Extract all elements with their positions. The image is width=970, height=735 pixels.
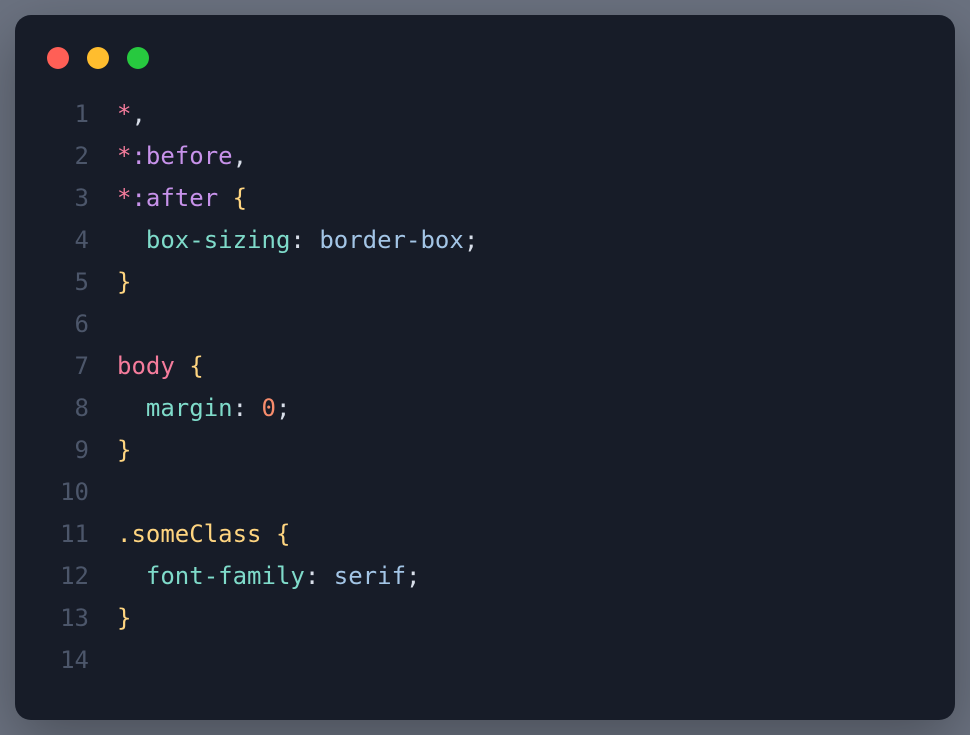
line-number: 13 — [43, 597, 89, 639]
code-line[interactable]: 7body { — [43, 345, 927, 387]
code-token — [175, 352, 189, 380]
code-line[interactable]: 3*:after { — [43, 177, 927, 219]
line-number: 8 — [43, 387, 89, 429]
code-token — [218, 184, 232, 212]
code-line[interactable]: 9} — [43, 429, 927, 471]
code-token: { — [276, 520, 290, 548]
code-token: font-family — [146, 562, 305, 590]
code-token: box-sizing — [146, 226, 291, 254]
code-token: body — [117, 352, 175, 380]
code-token: { — [189, 352, 203, 380]
code-line[interactable]: 14 — [43, 639, 927, 681]
code-line[interactable]: 6 — [43, 303, 927, 345]
code-line[interactable]: 4 box-sizing: border-box; — [43, 219, 927, 261]
line-number: 7 — [43, 345, 89, 387]
code-token: :after — [131, 184, 218, 212]
code-token: ; — [406, 562, 420, 590]
code-line[interactable]: 10 — [43, 471, 927, 513]
line-content — [89, 303, 117, 345]
minimize-icon[interactable] — [87, 47, 109, 69]
code-token: border-box — [319, 226, 464, 254]
line-content: *, — [89, 93, 146, 135]
code-token: : — [290, 226, 319, 254]
line-number: 3 — [43, 177, 89, 219]
code-token: , — [131, 100, 145, 128]
line-number: 2 — [43, 135, 89, 177]
code-token: } — [117, 604, 131, 632]
code-line[interactable]: 12 font-family: serif; — [43, 555, 927, 597]
line-content: .someClass { — [89, 513, 290, 555]
line-content: box-sizing: border-box; — [89, 219, 478, 261]
line-number: 1 — [43, 93, 89, 135]
line-content: font-family: serif; — [89, 555, 420, 597]
line-number: 10 — [43, 471, 89, 513]
code-line[interactable]: 5} — [43, 261, 927, 303]
code-token — [262, 520, 276, 548]
code-token: :before — [131, 142, 232, 170]
code-token: ; — [464, 226, 478, 254]
code-token: margin — [146, 394, 233, 422]
code-token: * — [117, 142, 131, 170]
line-number: 11 — [43, 513, 89, 555]
code-editor[interactable]: 1*,2*:before,3*:after {4 box-sizing: bor… — [43, 93, 927, 681]
code-token: { — [233, 184, 247, 212]
code-line[interactable]: 2*:before, — [43, 135, 927, 177]
close-icon[interactable] — [47, 47, 69, 69]
line-content: } — [89, 429, 131, 471]
code-token: 0 — [262, 394, 276, 422]
code-token: .someClass — [117, 520, 262, 548]
code-token: : — [305, 562, 334, 590]
code-token: } — [117, 436, 131, 464]
code-token: , — [233, 142, 247, 170]
code-token — [117, 226, 146, 254]
code-token — [117, 394, 146, 422]
code-token — [117, 562, 146, 590]
code-token: : — [233, 394, 262, 422]
code-line[interactable]: 11.someClass { — [43, 513, 927, 555]
line-content — [89, 639, 117, 681]
code-token: ; — [276, 394, 290, 422]
code-token: serif — [334, 562, 406, 590]
editor-window: 1*,2*:before,3*:after {4 box-sizing: bor… — [15, 15, 955, 720]
line-content: *:before, — [89, 135, 247, 177]
code-token: * — [117, 100, 131, 128]
line-content: *:after { — [89, 177, 247, 219]
code-line[interactable]: 8 margin: 0; — [43, 387, 927, 429]
line-content: } — [89, 261, 131, 303]
line-content: } — [89, 597, 131, 639]
maximize-icon[interactable] — [127, 47, 149, 69]
window-titlebar — [43, 39, 927, 93]
line-content — [89, 471, 117, 513]
line-number: 12 — [43, 555, 89, 597]
line-number: 4 — [43, 219, 89, 261]
line-number: 14 — [43, 639, 89, 681]
code-token: * — [117, 184, 131, 212]
line-content: margin: 0; — [89, 387, 290, 429]
code-line[interactable]: 1*, — [43, 93, 927, 135]
code-token: } — [117, 268, 131, 296]
code-line[interactable]: 13} — [43, 597, 927, 639]
line-content: body { — [89, 345, 204, 387]
line-number: 5 — [43, 261, 89, 303]
line-number: 9 — [43, 429, 89, 471]
line-number: 6 — [43, 303, 89, 345]
